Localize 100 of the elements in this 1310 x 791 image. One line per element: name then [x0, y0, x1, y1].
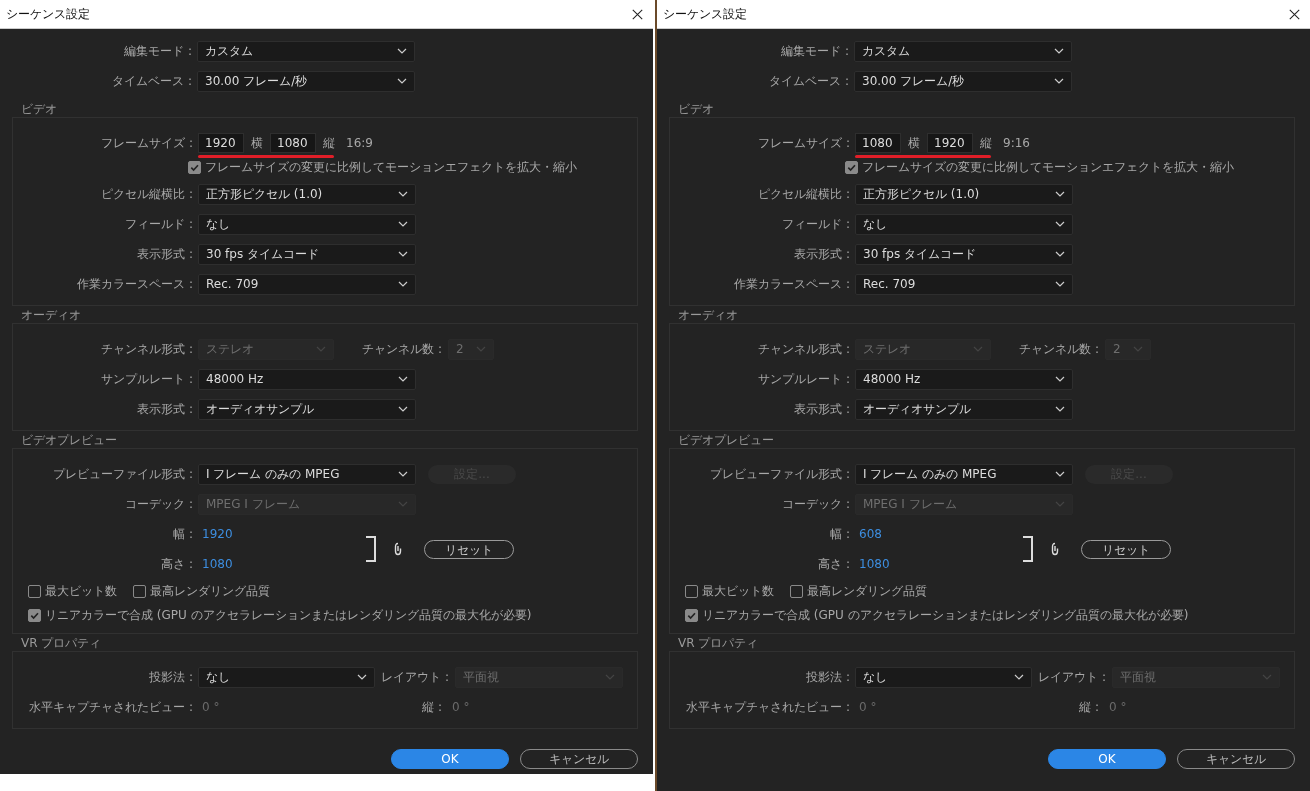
field-label: サンプルレート : — [757, 370, 851, 388]
dropdown[interactable]: オーディオサンプル — [198, 398, 416, 420]
field-label: 表示形式 : — [793, 400, 851, 418]
field-label: 作業カラースペース : — [76, 275, 194, 293]
chevron-icon — [316, 346, 326, 352]
dropdown: ステレオ — [855, 338, 991, 360]
field-label: フィールド : — [781, 215, 851, 233]
dropdown[interactable]: なし — [855, 666, 1032, 688]
chevron-icon — [398, 281, 408, 287]
field-label: 高さ : — [160, 555, 194, 573]
chevron-icon — [398, 471, 408, 477]
chevron-icon — [1133, 346, 1143, 352]
checkbox-label: リニアカラーで合成 (GPU のアクセラレーションまたはレンダリング品質の最大化が必要) — [702, 606, 1189, 624]
dropdown[interactable]: なし — [198, 213, 416, 235]
window-title: シーケンス設定 — [663, 5, 747, 23]
field-label: 作業カラースペース : — [733, 275, 851, 293]
checkbox[interactable] — [790, 584, 803, 598]
dropdown[interactable]: Rec. 709 — [198, 273, 416, 295]
field-label: チャンネル数 : — [1018, 340, 1100, 358]
link-icon[interactable] — [1051, 542, 1059, 556]
field-label: コーデック : — [781, 495, 851, 513]
dropdown[interactable]: 30.00 フレーム/秒 — [197, 70, 415, 92]
checkbox-label: リニアカラーで合成 (GPU のアクセラレーションまたはレンダリング品質の最大化が必要) — [45, 606, 532, 624]
dropdown[interactable]: なし — [855, 213, 1073, 235]
reset-button[interactable]: リセット — [424, 539, 514, 559]
height-value[interactable]: 1080 — [202, 557, 242, 571]
field-label: 高さ : — [817, 555, 851, 573]
checkbox[interactable] — [845, 160, 858, 174]
field-label: チャンネル数 : — [361, 340, 443, 358]
dropdown[interactable]: 48000 Hz — [855, 368, 1073, 390]
reset-button[interactable]: リセット — [1081, 539, 1171, 559]
field-label: 縦 : — [421, 698, 443, 716]
chevron-icon — [398, 406, 408, 412]
width-field[interactable]: 1080 — [855, 133, 901, 153]
unit-label: 横 — [907, 134, 921, 152]
dropdown[interactable]: 正方形ピクセル (1.0) — [198, 183, 416, 205]
close-icon[interactable] — [632, 8, 643, 20]
field-label: 幅 : — [829, 525, 851, 543]
dropdown[interactable]: 30 fps タイムコード — [855, 243, 1073, 265]
dropdown[interactable]: オーディオサンプル — [855, 398, 1073, 420]
field-label: フレームサイズ : — [100, 134, 194, 152]
dropdown[interactable]: カスタム — [854, 40, 1072, 62]
section-title: ビデオ — [678, 101, 714, 118]
close-icon[interactable] — [1289, 8, 1300, 20]
link-icon[interactable] — [394, 542, 402, 556]
section-title: オーディオ — [21, 307, 81, 324]
aspect-ratio: 9:16 — [1003, 136, 1030, 150]
checkbox-label: フレームサイズの変更に比例してモーションエフェクトを拡大・縮小 — [205, 158, 577, 176]
field-label: 縦 : — [1078, 698, 1100, 716]
chevron-icon — [1055, 251, 1065, 257]
checkbox[interactable] — [188, 160, 201, 174]
chevron-icon — [1055, 501, 1065, 507]
dropdown[interactable]: I フレーム のみの MPEG — [855, 463, 1073, 485]
dropdown: ステレオ — [198, 338, 334, 360]
height-field[interactable]: 1080 — [270, 133, 316, 153]
ok-button[interactable]: OK — [1048, 749, 1166, 769]
dropdown[interactable]: Rec. 709 — [855, 273, 1073, 295]
ok-button[interactable]: OK — [391, 749, 509, 769]
field-label: コーデック : — [124, 495, 194, 513]
dropdown[interactable]: 正方形ピクセル (1.0) — [855, 183, 1073, 205]
width-value[interactable]: 1920 — [202, 527, 242, 541]
field-label: フィールド : — [124, 215, 194, 233]
field-label: フレームサイズ : — [757, 134, 851, 152]
dropdown[interactable]: 30 fps タイムコード — [198, 243, 416, 265]
checkbox[interactable] — [685, 608, 698, 622]
chevron-icon — [398, 221, 408, 227]
checkbox[interactable] — [28, 608, 41, 622]
chevron-icon — [1055, 376, 1065, 382]
section-title: ビデオプレビュー — [21, 432, 117, 449]
dropdown[interactable]: 30.00 フレーム/秒 — [854, 70, 1072, 92]
chevron-icon — [1262, 674, 1272, 680]
checkbox[interactable] — [28, 584, 41, 598]
field-label: 投影法 : — [805, 668, 851, 686]
section-title: ビデオ — [21, 101, 57, 118]
field-label: サンプルレート : — [100, 370, 194, 388]
field-label: ピクセル縦横比 : — [757, 185, 851, 203]
checkbox[interactable] — [685, 584, 698, 598]
checkbox[interactable] — [133, 584, 146, 598]
field-label: 投影法 : — [148, 668, 194, 686]
chevron-icon — [476, 346, 486, 352]
chevron-icon — [398, 251, 408, 257]
width-value[interactable]: 608 — [859, 527, 899, 541]
dropdown[interactable]: 48000 Hz — [198, 368, 416, 390]
dropdown[interactable]: なし — [198, 666, 375, 688]
dropdown[interactable]: カスタム — [197, 40, 415, 62]
window-title: シーケンス設定 — [6, 5, 90, 23]
checkbox-label: フレームサイズの変更に比例してモーションエフェクトを拡大・縮小 — [862, 158, 1234, 176]
height-value[interactable]: 1080 — [859, 557, 899, 571]
field-value: 0 ° — [859, 700, 878, 714]
chevron-icon — [1055, 221, 1065, 227]
dropdown[interactable]: I フレーム のみの MPEG — [198, 463, 416, 485]
height-field[interactable]: 1920 — [927, 133, 973, 153]
field-label: タイムベース : — [768, 72, 850, 90]
field-label: ピクセル縦横比 : — [100, 185, 194, 203]
field-label: 表示形式 : — [793, 245, 851, 263]
width-field[interactable]: 1920 — [198, 133, 244, 153]
aspect-ratio: 16:9 — [346, 136, 373, 150]
bracket-icon — [365, 536, 377, 562]
chevron-icon — [398, 501, 408, 507]
chevron-icon — [398, 191, 408, 197]
